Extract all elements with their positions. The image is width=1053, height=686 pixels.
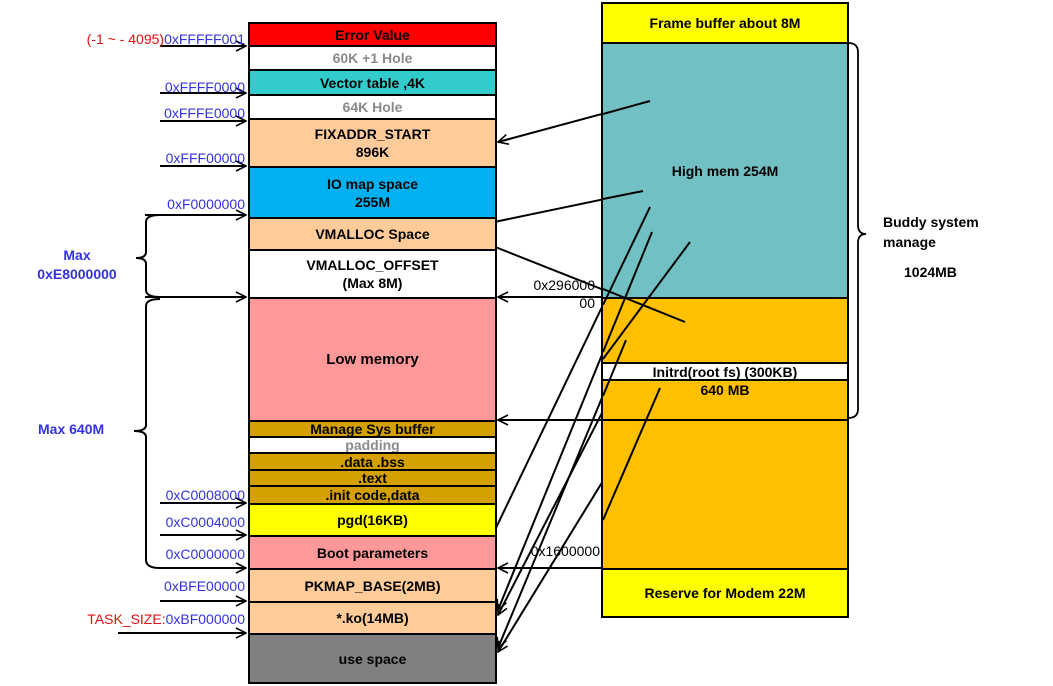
buddy-label-line: Buddy system (883, 214, 979, 230)
boundary-label-line: 0x296000 (533, 277, 595, 293)
map-line (602, 339, 627, 397)
map-line (602, 387, 661, 521)
map-line (602, 190, 644, 200)
buddy-system-label: Buddy system manage (883, 212, 979, 252)
map-line (602, 241, 691, 360)
map-line (602, 100, 651, 115)
connector-overlay-top (602, 100, 848, 521)
buddy-label-line: manage (883, 234, 936, 250)
boundary-label-16: 0x1600000 (530, 543, 600, 559)
boundary-label-line: 00 (579, 295, 595, 311)
boundary-label-296: 0x296000 00 (505, 276, 595, 312)
buddy-size-label: 1024MB (904, 264, 957, 280)
